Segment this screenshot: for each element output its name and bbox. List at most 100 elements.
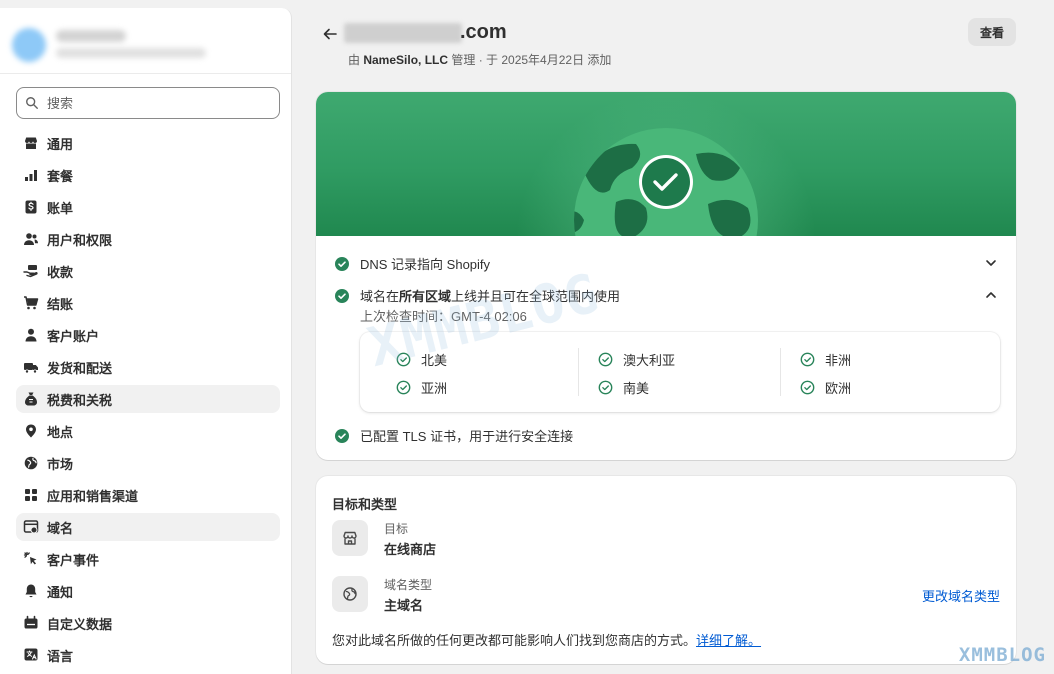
domain-subtitle: 由 NameSilo, LLC 管理 · 于 2025年4月22日 添加	[348, 51, 611, 68]
region-item: 澳大利亚	[598, 350, 675, 369]
target-icon-box	[332, 520, 368, 556]
check-circle-icon	[335, 256, 349, 271]
subtitle-prefix: 由	[348, 53, 364, 67]
sidebar-item-label: 收款	[47, 264, 74, 280]
sidebar-item[interactable]: 结账	[16, 289, 280, 317]
store-avatar	[12, 28, 46, 62]
sidebar-item[interactable]: 市场	[16, 449, 280, 477]
sidebar-item[interactable]: 发货和配送	[16, 353, 280, 381]
domain-type-value: 主域名	[384, 598, 424, 613]
sidebar-item[interactable]: 客户事件	[16, 545, 280, 573]
globe-icon	[22, 454, 40, 472]
sidebar-item-label: 语言	[47, 648, 74, 664]
sidebar-item[interactable]: 用户和权限	[16, 225, 280, 253]
custom-data-icon	[22, 614, 40, 632]
payments-hand-icon	[22, 262, 40, 280]
store-icon	[22, 134, 40, 152]
page-header: .com 由 NameSilo, LLC 管理 · 于 2025年4月22日 添…	[316, 18, 1016, 68]
search-icon	[26, 97, 38, 109]
sidebar-item-label: 用户和权限	[47, 232, 113, 248]
sidebar-item-label: 自定义数据	[47, 616, 113, 632]
target-label: 目标	[384, 522, 409, 536]
registrar-name: NameSilo, LLC	[363, 53, 449, 67]
check-circle-outline-icon	[396, 380, 411, 395]
settings-sidebar: 通用套餐账单用户和权限收款结账客户账户发货和配送税费和关税地点市场应用和销售渠道…	[0, 8, 292, 674]
region-label: 欧洲	[825, 381, 852, 396]
sidebar-item[interactable]: 套餐	[16, 161, 280, 189]
check-circle-icon	[335, 288, 349, 303]
change-notice: 您对此域名所做的任何更改都可能影响人们找到您商店的方式。详细了解。	[332, 630, 761, 649]
cart-icon	[22, 294, 40, 312]
sidebar-item[interactable]: 域名	[16, 513, 280, 541]
check-circle-outline-icon	[598, 380, 613, 395]
tax-bag-icon	[22, 390, 40, 408]
learn-more-link[interactable]: 详细了解。	[696, 633, 761, 648]
region-label: 南美	[623, 381, 650, 396]
sidebar-item-label: 应用和销售渠道	[47, 488, 139, 504]
change-domain-type-link[interactable]: 更改域名类型	[922, 586, 1000, 605]
check-circle-outline-icon	[598, 352, 613, 367]
domain-type-label: 域名类型	[384, 578, 433, 592]
dns-status-row[interactable]: DNS 记录指向 Shopify	[334, 254, 490, 273]
sidebar-item[interactable]: 语言	[16, 641, 280, 669]
users-icon	[22, 230, 40, 248]
view-button[interactable]: 查看	[967, 18, 1016, 46]
region-item: 亚洲	[396, 378, 447, 397]
apps-grid-icon	[22, 486, 40, 504]
sidebar-item[interactable]: 地点	[16, 417, 280, 445]
billing-dollar-icon	[22, 198, 40, 216]
arrow-left-icon	[323, 28, 337, 40]
globe-icon	[343, 587, 357, 601]
sidebar-item-label: 结账	[47, 296, 74, 312]
target-type-card: 目标和类型 目标 在线商店 域名类型 主域名 更改域名类型 您对此域名所做的任何…	[316, 476, 1016, 664]
store-url-redacted	[56, 48, 206, 58]
region-item: 欧洲	[800, 378, 851, 397]
person-icon	[22, 326, 40, 344]
watermark-corner: XMMBLOG	[958, 644, 1046, 666]
location-pin-icon	[22, 422, 40, 440]
chevron-down-icon[interactable]	[984, 256, 998, 270]
sidebar-item[interactable]: 收款	[16, 257, 280, 285]
region-item: 非洲	[800, 350, 851, 369]
settings-nav: 通用套餐账单用户和权限收款结账客户账户发货和配送税费和关税地点市场应用和销售渠道…	[16, 129, 280, 673]
region-label: 非洲	[825, 353, 852, 368]
store-name-redacted	[56, 30, 126, 42]
sidebar-item-label: 通用	[47, 136, 74, 152]
subtitle-suffix: 管理 · 于 2025年4月22日 添加	[448, 53, 612, 67]
domain-window-icon	[22, 518, 40, 536]
region-label: 澳大利亚	[623, 353, 676, 368]
card-title: 目标和类型	[332, 497, 398, 512]
sidebar-item[interactable]: 自定义数据	[16, 609, 280, 637]
domain-status-card: DNS 记录指向 Shopify 域名在所有区域上线并且可在全球范围内使用 上次…	[316, 92, 1016, 460]
bell-icon	[22, 582, 40, 600]
tls-status-row: 已配置 TLS 证书，用于进行安全连接	[334, 426, 573, 445]
sidebar-item[interactable]: 通用	[16, 129, 280, 157]
store-icon	[343, 531, 357, 545]
sidebar-item[interactable]: 客户账户	[16, 321, 280, 349]
region-label: 亚洲	[421, 381, 448, 396]
sidebar-item-label: 税费和关税	[47, 392, 113, 408]
sidebar-item-label: 市场	[47, 456, 74, 472]
domain-name-redacted	[344, 23, 462, 43]
sidebar-item-label: 地点	[47, 424, 74, 440]
language-icon	[22, 646, 40, 664]
sidebar-item[interactable]: 通知	[16, 577, 280, 605]
chevron-up-icon[interactable]	[984, 288, 998, 302]
sidebar-item-label: 发货和配送	[47, 360, 113, 376]
check-circle-outline-icon	[800, 352, 815, 367]
page-title-domain: .com	[460, 21, 507, 43]
sidebar-item[interactable]: 税费和关税	[16, 385, 280, 413]
settings-search[interactable]	[16, 87, 280, 119]
type-icon-box	[332, 576, 368, 612]
sidebar-item[interactable]: 账单	[16, 193, 280, 221]
sidebar-item[interactable]: 应用和销售渠道	[16, 481, 280, 509]
search-input[interactable]	[47, 95, 267, 111]
cursor-click-icon	[22, 550, 40, 568]
availability-pre: 域名在	[360, 289, 400, 304]
dns-status-text: DNS 记录指向 Shopify	[360, 257, 491, 272]
globe-illustration	[516, 92, 816, 236]
store-header[interactable]	[0, 8, 291, 74]
back-button[interactable]	[320, 24, 340, 44]
sidebar-item-label: 账单	[47, 200, 74, 216]
notice-text: 您对此域名所做的任何更改都可能影响人们找到您商店的方式。	[332, 633, 697, 648]
